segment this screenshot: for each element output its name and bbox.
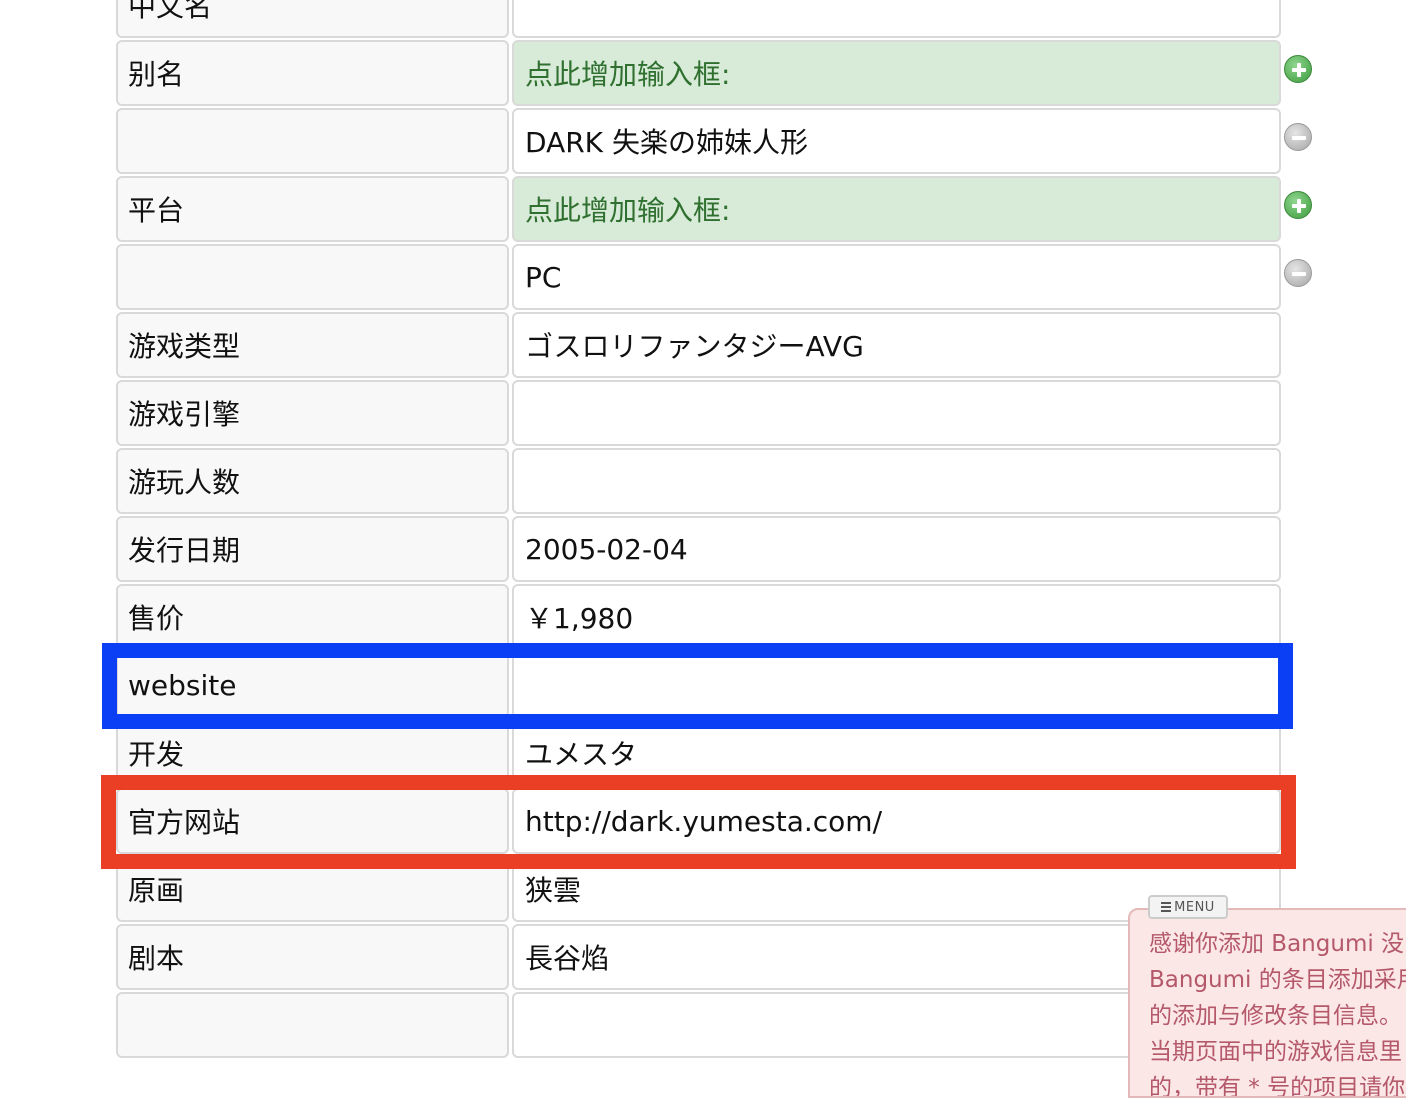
field-label-alias: 别名 (116, 40, 509, 106)
help-popup: 感谢你添加 Bangumi 没 Bangumi 的条目添加采用 的添加与修改条目… (1128, 908, 1406, 1098)
minus-circle-icon[interactable] (1284, 123, 1312, 151)
field-label-platform-extra (116, 244, 509, 310)
field-label-scenario: 剧本 (116, 924, 509, 990)
field-label-chinese-name: 中文名 (116, 0, 509, 38)
field-input-platform[interactable]: PC (512, 244, 1281, 310)
field-label-platform: 平台 (116, 176, 509, 242)
hamburger-icon (1161, 900, 1172, 914)
field-label-alias-extra (116, 108, 509, 174)
field-label-price: 售价 (116, 584, 509, 650)
field-label-game-type: 游戏类型 (116, 312, 509, 378)
plus-circle-icon[interactable] (1284, 55, 1312, 83)
field-input-developer[interactable]: ユメスタ (512, 720, 1281, 786)
field-input-release-date[interactable]: 2005-02-04 (512, 516, 1281, 582)
field-input-game-engine[interactable] (512, 380, 1281, 446)
field-input-game-type[interactable]: ゴスロリファンタジーAVG (512, 312, 1281, 378)
field-label-original-art: 原画 (116, 856, 509, 922)
field-label-empty[interactable] (116, 992, 509, 1058)
help-popup-line: Bangumi 的条目添加采用 (1149, 967, 1406, 993)
field-label-developer: 开发 (116, 720, 509, 786)
field-input-official-site[interactable]: http://dark.yumesta.com/ (512, 788, 1281, 854)
field-input-player-count[interactable] (512, 448, 1281, 514)
plus-circle-icon[interactable] (1284, 191, 1312, 219)
field-input-price[interactable]: ￥1,980 (512, 584, 1281, 650)
field-input-chinese-name[interactable] (512, 0, 1281, 38)
field-label-official-site: 官方网站 (116, 788, 509, 854)
help-popup-line: 的添加与修改条目信息。 (1149, 1003, 1402, 1029)
field-input-website[interactable] (512, 652, 1281, 718)
help-popup-line: 感谢你添加 Bangumi 没 (1149, 931, 1405, 957)
field-label-release-date: 发行日期 (116, 516, 509, 582)
help-popup-line: 的，带有 * 号的项目请你 (1149, 1075, 1406, 1098)
help-popup-line: 当期页面中的游戏信息里 (1149, 1039, 1402, 1065)
field-label-player-count: 游玩人数 (116, 448, 509, 514)
alias-add-input-prompt[interactable]: 点此增加输入框: (512, 40, 1281, 106)
menu-toggle-button[interactable]: MENU (1148, 895, 1228, 919)
minus-circle-icon[interactable] (1284, 259, 1312, 287)
menu-toggle-label: MENU (1174, 899, 1215, 915)
platform-add-input-prompt[interactable]: 点此增加输入框: (512, 176, 1281, 242)
field-input-alias[interactable]: DARK 失楽の姉妹人形 (512, 108, 1281, 174)
field-label-game-engine: 游戏引擎 (116, 380, 509, 446)
field-label-website: website (116, 652, 509, 718)
